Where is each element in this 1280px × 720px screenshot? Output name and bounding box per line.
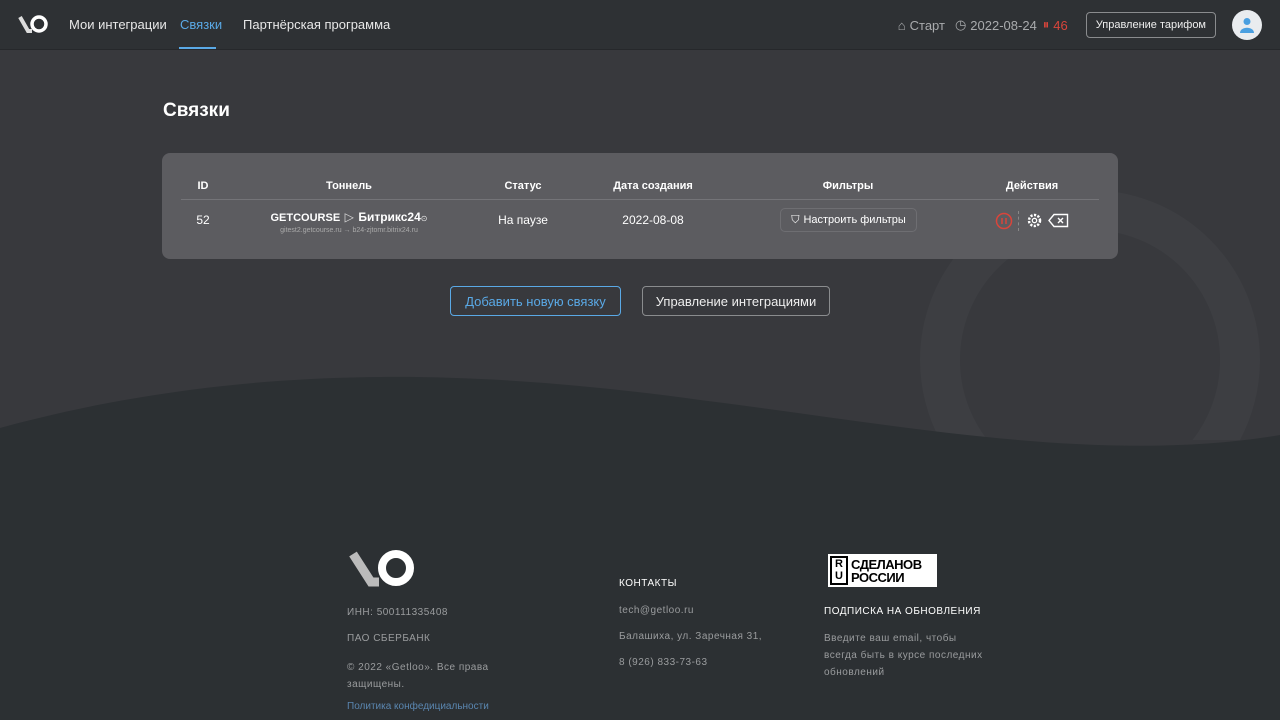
pause-icon: ⏸ — [1042, 17, 1050, 32]
avatar[interactable] — [1232, 10, 1262, 40]
days-left: 46 — [1053, 17, 1068, 33]
footer-copyright: © 2022 «Getloo». Все права защищены. — [347, 662, 489, 690]
col-tunnel: Тоннель — [326, 180, 372, 192]
badge-text: СДЕЛАНО В РОССИИ — [851, 556, 922, 585]
footer-logo — [349, 550, 414, 587]
tunnel-cell[interactable]: GETCOURSE ▷ Битрикс24⊙ gitest2.getcourse… — [271, 208, 428, 234]
tunnel-domains: gitest2.getcourse.ru → b24-zjtomr.bitrix… — [280, 227, 418, 234]
arrow-icon: ▷ — [344, 210, 354, 224]
contact-address: Балашиха, ул. Заречная 31, — [619, 631, 763, 642]
footer-bank: ПАО СБЕРБАНК — [347, 633, 431, 644]
top-bar: Мои интеграции Связки Партнёрская програ… — [0, 0, 1280, 50]
target-logo-mark-icon: ⊙ — [420, 214, 428, 223]
add-link-button[interactable]: Добавить новую связку — [450, 286, 621, 316]
target-logo: Битрикс24 — [358, 210, 421, 224]
col-status: Статус — [504, 180, 542, 192]
subscribe-title: ПОДПИСКА НА ОБНОВЛЕНИЯ — [824, 606, 981, 617]
logo[interactable] — [18, 14, 48, 34]
user-icon — [1240, 18, 1254, 33]
manage-integrations-button[interactable]: Управление интеграциями — [642, 286, 830, 316]
delete-icon[interactable] — [1048, 213, 1069, 228]
nav-links[interactable]: Связки — [180, 17, 222, 32]
col-created: Дата создания — [613, 180, 693, 192]
plan-icon: ⌂ — [897, 17, 906, 33]
source-logo: GETCOURSE — [270, 212, 341, 224]
nav-partner-program[interactable]: Партнёрская программа — [243, 17, 390, 32]
nav-my-integrations[interactable]: Мои интеграции — [69, 17, 167, 32]
links-table: ID Тоннель Статус Дата создания Фильтры … — [162, 153, 1118, 259]
manage-tariff-button[interactable]: Управление тарифом — [1085, 12, 1216, 38]
active-tab-underline — [179, 47, 216, 49]
filter-button-label: Настроить фильтры — [803, 214, 906, 226]
privacy-policy-link[interactable]: Политика конфедициальности — [347, 701, 489, 712]
subscribe-text: Введите ваш email, чтобы всегда быть в к… — [824, 633, 983, 678]
footer-inn: ИНН: 500111335408 — [347, 607, 448, 618]
page-title: Связки — [163, 100, 230, 121]
clock-icon: ◷ — [954, 17, 967, 32]
made-in-russia-badge: RU СДЕЛАНО В РОССИИ — [828, 554, 937, 587]
row-status: На паузе — [498, 213, 548, 227]
row-id: 52 — [196, 213, 210, 227]
col-filters: Фильтры — [822, 180, 874, 192]
col-id: ID — [197, 180, 209, 192]
col-actions: Действия — [1005, 180, 1059, 192]
filter-icon: ⛉ — [791, 213, 800, 226]
contacts-title: КОНТАКТЫ — [619, 578, 677, 589]
settings-gear-icon[interactable] — [1026, 212, 1043, 229]
plan-name: Старт — [909, 17, 945, 33]
contact-email-link[interactable]: tech@getloo.ru — [619, 605, 694, 616]
actions-divider — [1018, 211, 1019, 231]
configure-filters-button[interactable]: ⛉ Настроить фильтры — [780, 208, 917, 232]
plan-date: 2022-08-24 — [970, 17, 1037, 33]
pause-button-icon[interactable] — [995, 212, 1013, 230]
header-divider — [181, 199, 1099, 200]
contact-phone-link[interactable]: 8 (926) 833-73-63 — [619, 657, 708, 668]
row-created: 2022-08-08 — [622, 213, 684, 227]
